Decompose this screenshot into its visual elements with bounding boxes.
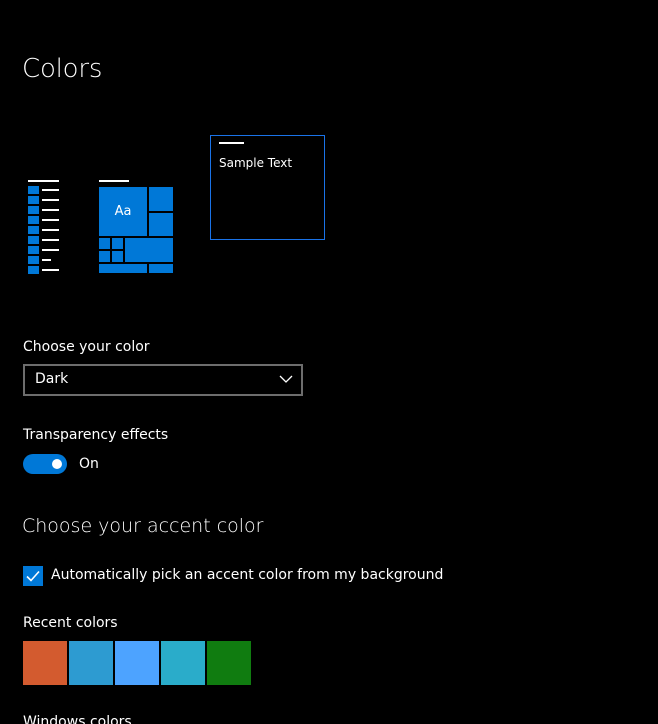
transparency-label: Transparency effects [23, 427, 169, 443]
start-tiles-preview: Aa [99, 180, 175, 274]
recent-colors-label: Recent colors [23, 615, 118, 631]
tile-aa: Aa [99, 187, 147, 236]
recent-color-swatch[interactable] [161, 641, 205, 685]
recent-color-swatch[interactable] [115, 641, 159, 685]
colors-settings-page: Colors Aa Sample Text Choose your color … [0, 0, 658, 724]
start-menu-list-preview [28, 180, 60, 274]
accent-color-heading: Choose your accent color [22, 515, 264, 537]
transparency-state: On [79, 456, 99, 472]
chevron-down-icon [279, 375, 293, 383]
choose-color-dropdown[interactable]: Dark [23, 364, 303, 396]
sample-text: Sample Text [219, 156, 293, 170]
page-title: Colors [22, 54, 103, 84]
choose-color-selected: Dark [35, 371, 69, 387]
recent-color-swatch[interactable] [69, 641, 113, 685]
theme-preview: Aa Sample Text [28, 134, 328, 276]
choose-color-label: Choose your color [23, 339, 150, 355]
auto-pick-accent-label[interactable]: Automatically pick an accent color from … [51, 567, 443, 583]
auto-pick-accent-checkbox[interactable] [23, 566, 43, 586]
checkmark-icon [26, 570, 40, 582]
recent-color-swatch[interactable] [207, 641, 251, 685]
toggle-knob [52, 459, 62, 469]
transparency-toggle[interactable] [23, 454, 67, 474]
sample-window-preview: Sample Text [210, 135, 325, 240]
recent-color-swatch[interactable] [23, 641, 67, 685]
windows-colors-label: Windows colors [23, 714, 132, 724]
